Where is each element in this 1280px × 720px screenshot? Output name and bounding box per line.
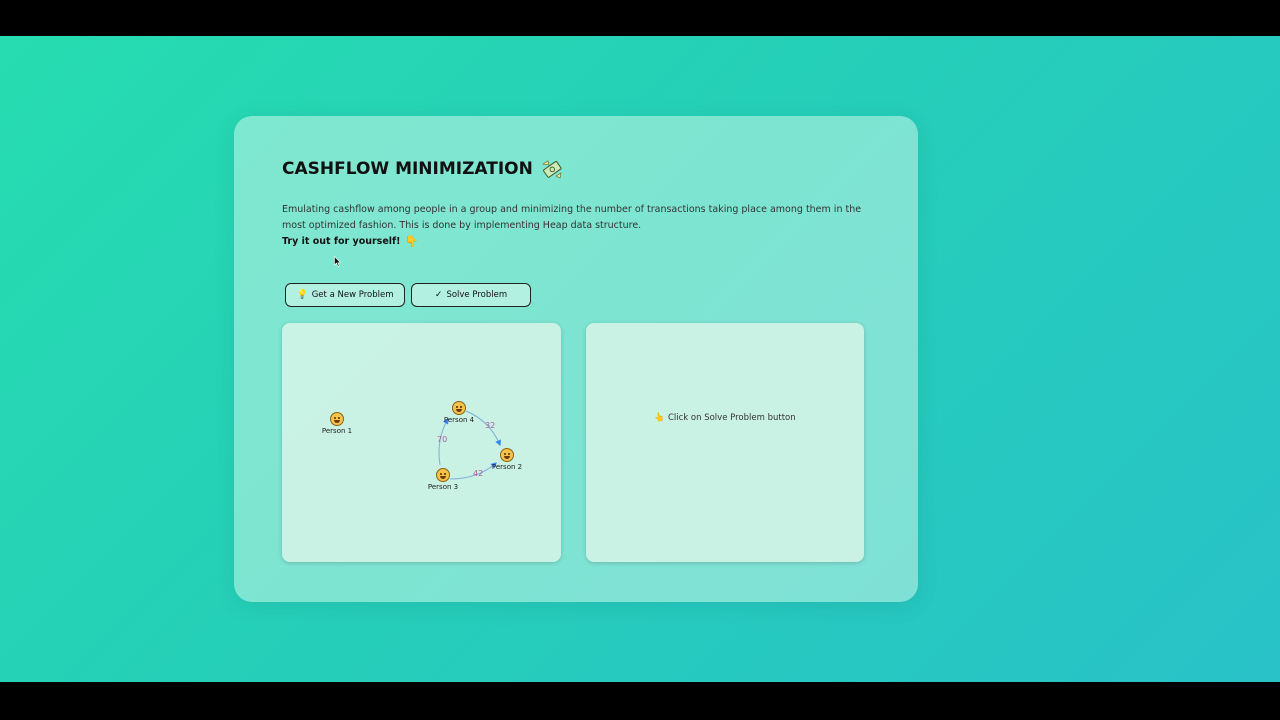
edge-label-32: 32 [485, 421, 495, 430]
graph-node-person-1[interactable]: Person 1 [317, 412, 357, 435]
smiling-face-icon [452, 401, 466, 415]
try-it-label: Try it out for yourself! [282, 236, 401, 247]
problem-graph-panel: 32 70 42 Person 1 Person 4 Person 2 Pers… [282, 323, 561, 562]
letterbox-top [0, 0, 1280, 36]
edge-label-70: 70 [437, 435, 447, 444]
solution-placeholder: 👆 Click on Solve Problem button [586, 413, 864, 423]
node-label: Person 4 [443, 416, 475, 424]
mouse-cursor-icon [334, 256, 342, 267]
graph-node-person-4[interactable]: Person 4 [439, 401, 479, 424]
graph-edges: 32 70 42 [437, 410, 501, 480]
solve-problem-label: Solve Problem [446, 290, 508, 300]
smiling-face-icon [436, 468, 450, 482]
graph-node-person-3[interactable]: Person 3 [423, 468, 463, 491]
edge-label-42: 42 [473, 469, 483, 478]
node-label: Person 3 [427, 483, 459, 491]
get-new-problem-button[interactable]: 💡 Get a New Problem [285, 283, 405, 307]
letterbox-bottom [0, 682, 1280, 720]
page-title: CASHFLOW MINIMIZATION [282, 158, 563, 180]
smiling-face-icon [330, 412, 344, 426]
solution-graph-panel: 👆 Click on Solve Problem button [586, 323, 864, 562]
page-title-text: CASHFLOW MINIMIZATION [282, 159, 533, 179]
pointing-down-hand-icon: 👇 [404, 235, 419, 248]
check-mark-icon: ✓ [434, 290, 443, 300]
try-it-text: Try it out for yourself! 👇 [282, 235, 418, 248]
pointing-hand-icon: 👆 [654, 413, 665, 423]
solve-problem-button[interactable]: ✓ Solve Problem [411, 283, 531, 307]
graph-node-person-2[interactable]: Person 2 [487, 448, 527, 471]
node-label: Person 1 [321, 427, 353, 435]
edge-person3-person4 [438, 417, 449, 466]
node-label: Person 2 [491, 463, 523, 471]
money-with-wings-icon [542, 160, 562, 179]
page-background: CASHFLOW MINIMIZATION Emulating cashflow… [0, 36, 1280, 682]
solution-placeholder-text: Click on Solve Problem button [667, 413, 796, 423]
light-bulb-icon: 💡 [296, 290, 308, 300]
smiling-face-icon [500, 448, 514, 462]
get-new-problem-label: Get a New Problem [311, 290, 394, 300]
description-text: Emulating cashflow among people in a gro… [282, 204, 862, 231]
main-card: CASHFLOW MINIMIZATION Emulating cashflow… [234, 116, 918, 602]
